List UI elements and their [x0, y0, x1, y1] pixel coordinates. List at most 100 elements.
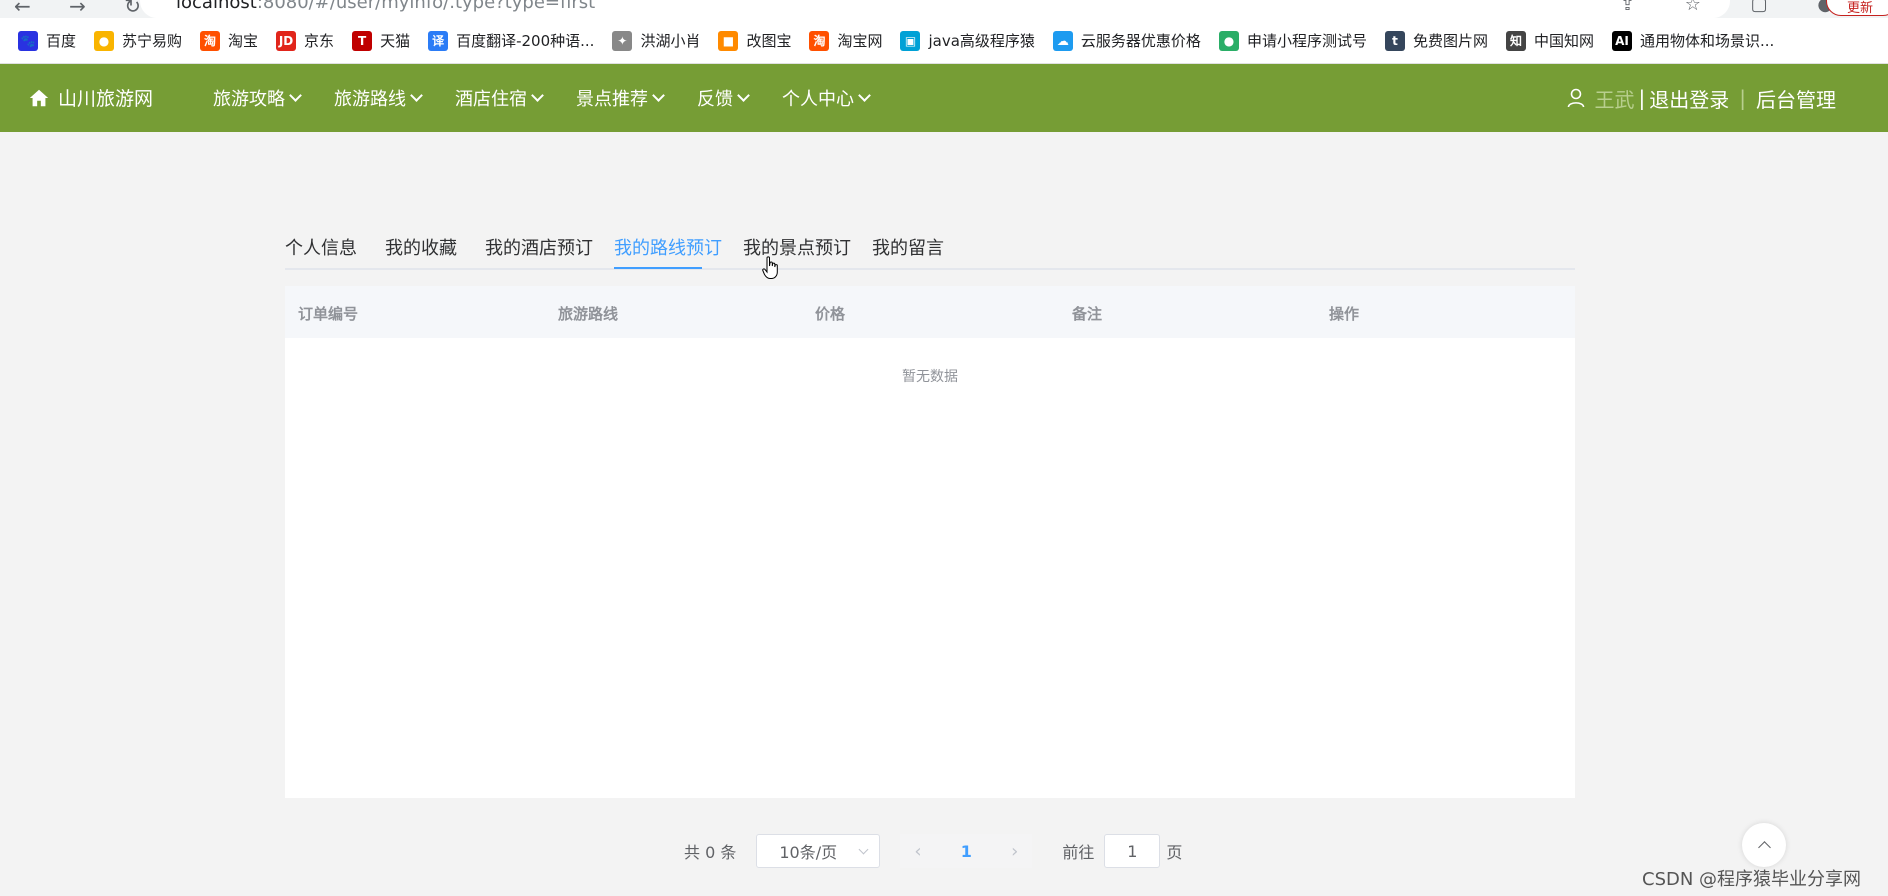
bookmark-item[interactable]: 译百度翻译-200种语... — [428, 30, 594, 51]
gaitubao-icon: ■ — [718, 30, 739, 51]
url-text[interactable]: localhost:8080/#/user/myinfo/.type?type=… — [176, 0, 595, 13]
chevron-down-icon — [858, 89, 871, 102]
page-size-select[interactable]: 10条/页 — [756, 834, 881, 868]
site-logo[interactable]: 山川旅游网 — [28, 84, 153, 111]
bird-icon: ✦ — [612, 30, 633, 51]
nav-item[interactable]: 旅游攻略 — [213, 85, 302, 111]
bookmark-item[interactable]: ▣ java高级程序猿 — [900, 30, 1035, 51]
route-orders-table: 订单编号 旅游路线 价格 备注 操作 暂无数据 — [285, 286, 1575, 798]
main-nav: 旅游攻略 旅游路线 酒店住宿 景点推荐 反馈 个人中心 — [213, 64, 903, 132]
nav-item-label: 酒店住宿 — [455, 89, 527, 110]
cloud-icon: ☁ — [1052, 30, 1073, 51]
chevron-down-icon — [289, 89, 302, 102]
home-icon — [29, 89, 49, 106]
nav-item[interactable]: 酒店住宿 — [455, 85, 544, 111]
bookmark-label: 百度 — [46, 32, 77, 50]
nav-item-label: 旅游路线 — [334, 89, 406, 110]
table-header: 订单编号 旅游路线 价格 备注 操作 — [285, 286, 1575, 338]
chevron-down-icon — [737, 89, 750, 102]
chevron-up-icon — [1757, 841, 1771, 854]
tmall-icon: T — [352, 30, 373, 51]
prev-page-icon[interactable]: ‹ — [914, 841, 921, 862]
empty-state: 暂无数据 — [902, 369, 958, 385]
bookmark-item[interactable]: T 天猫 — [352, 30, 410, 51]
browser-action-icons[interactable]: ⇪ ☆ ▢ ● — [1620, 0, 1855, 15]
user-icon — [1567, 88, 1584, 108]
bookmark-item[interactable]: ● 申请小程序测试号 — [1218, 30, 1367, 51]
bookmark-label: 淘宝 — [228, 32, 259, 50]
site-header: 山川旅游网 旅游攻略 旅游路线 酒店住宿 景点推荐 反馈 个人中心 王武 | 退出登录 |… — [0, 64, 1888, 132]
baidu-icon: 🐾 — [18, 30, 38, 51]
chevron-down-icon — [410, 89, 423, 102]
tab-item[interactable]: 我的收藏 — [385, 234, 457, 260]
column-header: 价格 — [815, 305, 846, 323]
bookmark-item[interactable]: 🐾 百度 — [18, 30, 76, 51]
bookmark-item[interactable]: 淘淘宝 — [200, 30, 258, 51]
bookmark-item[interactable]: ☁ 云服务器优惠价格 — [1052, 30, 1201, 51]
tab-item[interactable]: 我的路线预订 — [614, 234, 722, 260]
bookmark-item[interactable]: 知中国知网 — [1505, 30, 1594, 51]
suning-icon: ● — [94, 30, 115, 51]
jd-icon: JD — [276, 30, 297, 51]
active-tab-indicator — [614, 267, 702, 269]
nav-item[interactable]: 旅游路线 — [334, 85, 423, 111]
column-header: 操作 — [1329, 305, 1360, 323]
nav-item[interactable]: 景点推荐 — [576, 85, 665, 111]
site-name: 山川旅游网 — [58, 88, 154, 110]
browser-toolbar: ← → ↻ localhost:8080/#/user/myinfo/.type… — [0, 0, 1888, 18]
bookmark-item[interactable]: ■ 改图宝 — [718, 30, 791, 51]
tab-item[interactable]: 个人信息 — [285, 234, 357, 260]
bookmark-item[interactable]: 淘淘宝网 — [809, 30, 882, 51]
cnki-icon: 知 — [1505, 30, 1526, 51]
goto-page-input[interactable]: 1 — [1104, 834, 1161, 868]
page-size-value: 10条/页 — [779, 843, 838, 862]
divider: | — [1638, 86, 1646, 110]
bookmark-label: 洪湖小肖 — [640, 32, 701, 50]
bookmark-label: 京东 — [304, 32, 335, 50]
goto-prefix: 前往 — [1062, 843, 1095, 862]
user-area: 王武 | 退出登录 | 后台管理 — [1567, 64, 1836, 132]
browser-nav-icons[interactable]: ← → ↻ — [14, 0, 157, 18]
bookmark-label: 苏宁易购 — [122, 32, 183, 50]
chevron-down-icon — [531, 89, 544, 102]
bookmarks-bar: 🐾 百度 ● 苏宁易购淘淘宝 JD 京东 T 天猫译百度翻译-200种语... ✦ 洪湖小肖 ■ 改图… — [0, 18, 1888, 64]
admin-link[interactable]: 后台管理 — [1756, 84, 1836, 113]
logout-link[interactable]: 退出登录 — [1649, 84, 1729, 113]
next-page-icon[interactable]: › — [1011, 841, 1018, 862]
tumblr-icon: t — [1384, 30, 1405, 51]
bookmark-item[interactable]: ● 苏宁易购 — [94, 30, 182, 51]
bookmark-label: 申请小程序测试号 — [1246, 32, 1367, 50]
ai-icon: AI — [1611, 30, 1632, 51]
page-navigator: ‹ 1 › — [900, 834, 1033, 868]
nav-item[interactable]: 个人中心 — [782, 85, 871, 111]
bookmark-label: 改图宝 — [746, 32, 792, 50]
nav-item-label: 个人中心 — [782, 89, 854, 110]
total-count: 共 0 条 — [684, 843, 737, 862]
current-page[interactable]: 1 — [961, 842, 972, 861]
column-header: 订单编号 — [298, 305, 359, 323]
watermark: CSDN @程序猿毕业分享网 — [1642, 869, 1862, 890]
bookmark-item[interactable]: ✦ 洪湖小肖 — [612, 30, 700, 51]
taobao-net-icon: 淘 — [809, 30, 830, 51]
bookmark-label: 中国知网 — [1533, 32, 1594, 50]
column-header: 备注 — [1072, 305, 1103, 323]
nav-item[interactable]: 反馈 — [697, 85, 750, 111]
bookmark-label: 百度翻译-200种语... — [456, 32, 595, 50]
tab-item[interactable]: 我的留言 — [872, 234, 944, 260]
bilibili-icon: ▣ — [900, 30, 921, 51]
update-button[interactable]: 更新 — [1826, 0, 1888, 16]
bookmark-label: 云服务器优惠价格 — [1080, 32, 1201, 50]
translate-icon: 译 — [428, 30, 449, 51]
bookmark-item[interactable]: AI 通用物体和场景识... — [1611, 30, 1775, 51]
bookmark-item[interactable]: t 免费图片网 — [1384, 30, 1488, 51]
bookmark-item[interactable]: JD 京东 — [276, 30, 334, 51]
tab-item[interactable]: 我的酒店预订 — [485, 234, 593, 260]
user-name[interactable]: 王武 — [1595, 84, 1635, 113]
back-to-top-button[interactable] — [1742, 823, 1786, 867]
bookmark-label: 免费图片网 — [1412, 32, 1488, 50]
bookmark-label: 通用物体和场景识... — [1639, 32, 1775, 50]
bookmark-label: 淘宝网 — [837, 32, 883, 50]
tab-item[interactable]: 我的景点预订 — [743, 234, 851, 260]
wechat-icon: ● — [1218, 30, 1239, 51]
nav-item-label: 反馈 — [697, 89, 733, 110]
